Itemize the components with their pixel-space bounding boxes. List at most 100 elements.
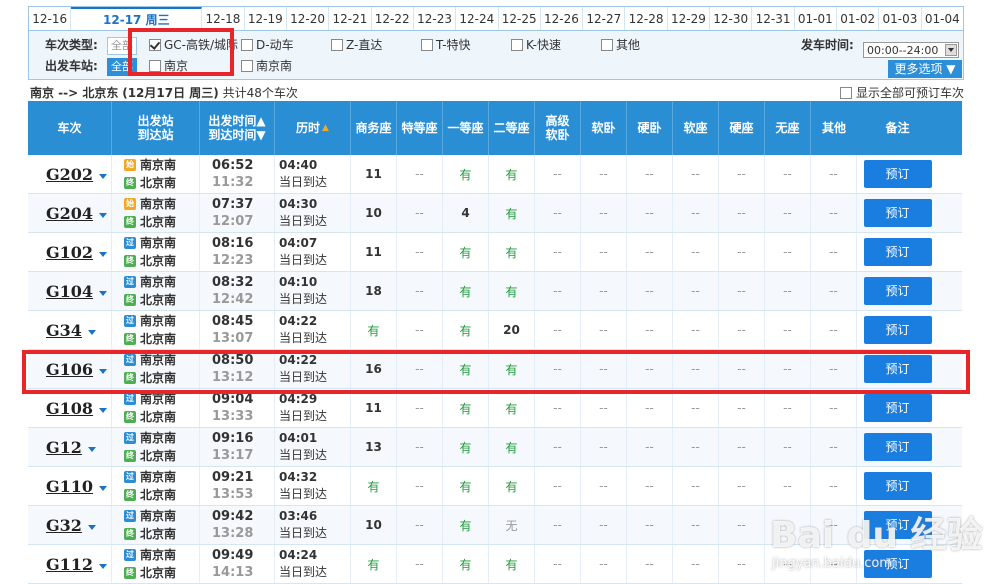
chevron-down-icon[interactable] <box>87 329 96 339</box>
pass-station-icon: 过 <box>124 432 136 444</box>
date-tab[interactable]: 12-23 <box>413 7 457 31</box>
date-tab[interactable]: 12-24 <box>456 7 499 31</box>
seat-availability: -- <box>627 428 673 466</box>
checkbox-checked-icon <box>149 39 161 51</box>
date-tab[interactable]: 01-02 <box>837 7 880 31</box>
train-number-link[interactable]: G204 <box>46 204 93 223</box>
chevron-down-icon[interactable] <box>99 173 108 183</box>
train-number-link[interactable]: G104 <box>46 282 93 301</box>
seat-availability: 10 <box>351 194 397 232</box>
date-tab[interactable]: 12-22 <box>371 7 414 31</box>
book-button[interactable]: 预订 <box>863 433 932 461</box>
seat-availability: 18 <box>351 272 397 310</box>
date-tab[interactable]: 12-17 周三 <box>71 7 203 31</box>
chevron-down-icon[interactable] <box>87 524 96 534</box>
train-type-label: 车次类型: <box>45 38 98 52</box>
show-all-checkbox[interactable]: 显示全部可预订车次 <box>840 84 964 101</box>
seat-availability: -- <box>535 350 581 388</box>
book-button[interactable]: 预订 <box>863 550 932 578</box>
departure-time: 09:49 <box>212 548 254 563</box>
col-train[interactable]: 车次 <box>28 101 112 155</box>
end-station-icon: 终 <box>124 567 136 579</box>
book-button[interactable]: 预订 <box>863 511 932 539</box>
col-duration[interactable]: 历时 ▲ <box>275 101 351 155</box>
date-tab[interactable]: 12-16 <box>29 7 72 31</box>
date-tab[interactable]: 12-25 <box>498 7 541 31</box>
remark-cell: 预订 <box>857 545 938 583</box>
pass-station-icon: 过 <box>124 393 136 405</box>
to-station: 终北京南 <box>124 174 176 192</box>
type-k-checkbox[interactable]: K-快速 <box>511 35 561 55</box>
chevron-down-icon[interactable] <box>99 485 108 495</box>
station-nanjingnan-checkbox[interactable]: 南京南 <box>241 56 292 76</box>
chevron-down-icon[interactable] <box>99 212 108 222</box>
seat-availability: -- <box>397 194 443 232</box>
book-button[interactable]: 预订 <box>863 199 932 227</box>
seat-availability: -- <box>811 428 857 466</box>
seat-availability: -- <box>811 194 857 232</box>
book-button[interactable]: 预订 <box>863 160 932 188</box>
train-number-link[interactable]: G108 <box>46 399 93 418</box>
date-tab[interactable]: 12-19 <box>244 7 287 31</box>
seat-availability: -- <box>673 272 719 310</box>
col-train-label: 车次 <box>57 121 82 135</box>
chevron-down-icon[interactable] <box>99 368 108 378</box>
departure-time: 09:04 <box>212 392 254 407</box>
date-tab[interactable]: 01-04 <box>921 7 963 31</box>
type-z-checkbox[interactable]: Z-直达 <box>331 35 382 55</box>
col-times[interactable]: 出发时间▲ 到达时间▼ <box>200 101 275 155</box>
chevron-down-icon[interactable] <box>99 251 108 261</box>
date-tab[interactable]: 12-27 <box>583 7 626 31</box>
date-tab[interactable]: 12-20 <box>286 7 330 31</box>
train-number-link[interactable]: G110 <box>46 477 93 496</box>
date-tab[interactable]: 01-03 <box>879 7 922 31</box>
more-options-button[interactable]: 更多选项 ▼ <box>888 60 962 78</box>
seat-availability: -- <box>397 272 443 310</box>
seat-availability: -- <box>535 311 581 349</box>
seat-availability: -- <box>535 155 581 193</box>
book-button[interactable]: 预订 <box>863 394 932 422</box>
type-d-checkbox[interactable]: D-动车 <box>241 35 294 55</box>
chevron-down-icon[interactable] <box>99 290 108 300</box>
seat-availability: -- <box>581 233 627 271</box>
train-type-all-button[interactable]: 全部 <box>107 37 137 55</box>
train-number-link[interactable]: G102 <box>46 243 93 262</box>
station-all-button[interactable]: 全部 <box>107 58 137 76</box>
train-number-link[interactable]: G32 <box>46 516 82 535</box>
chevron-down-icon[interactable] <box>99 407 108 417</box>
station-nanjing-checkbox[interactable]: 南京 <box>149 56 188 76</box>
book-button[interactable]: 预订 <box>863 355 932 383</box>
book-button[interactable]: 预订 <box>863 277 932 305</box>
seat-availability: -- <box>397 545 443 583</box>
seat-availability: -- <box>719 428 765 466</box>
chevron-down-icon[interactable] <box>87 446 96 456</box>
stations-cell: 过南京南终北京南 <box>112 350 200 388</box>
date-tab[interactable]: 12-29 <box>667 7 711 31</box>
book-button[interactable]: 预订 <box>863 316 932 344</box>
date-tab[interactable]: 12-30 <box>710 7 753 31</box>
date-tab[interactable]: 12-26 <box>540 7 584 31</box>
type-gc-checkbox[interactable]: GC-高铁/城际 <box>149 35 238 55</box>
pass-station-icon: 过 <box>124 276 136 288</box>
stations-cell: 过南京南终北京南 <box>112 389 200 427</box>
train-number-link[interactable]: G106 <box>46 360 93 379</box>
type-t-checkbox[interactable]: T-特快 <box>421 35 471 55</box>
from-station-name: 南京南 <box>140 470 177 484</box>
train-number-link[interactable]: G12 <box>46 438 82 457</box>
date-tab[interactable]: 12-21 <box>329 7 372 31</box>
book-button[interactable]: 预订 <box>863 238 932 266</box>
date-tab[interactable]: 12-31 <box>752 7 795 31</box>
train-number-link[interactable]: G112 <box>46 555 93 574</box>
train-number-link[interactable]: G202 <box>46 165 93 184</box>
chevron-down-icon[interactable] <box>99 563 108 573</box>
date-tab[interactable]: 01-01 <box>794 7 837 31</box>
arrival-day: 当日到达 <box>279 448 328 462</box>
summary-route: 南京 --> 北京东 <box>30 86 119 100</box>
train-number-link[interactable]: G34 <box>46 321 82 340</box>
type-other-checkbox[interactable]: 其他 <box>601 35 640 55</box>
date-tab[interactable]: 12-18 <box>202 7 245 31</box>
seat-availability: -- <box>581 545 627 583</box>
book-button[interactable]: 预订 <box>863 472 932 500</box>
date-tab[interactable]: 12-28 <box>625 7 668 31</box>
seat-availability: 有 <box>489 155 535 193</box>
